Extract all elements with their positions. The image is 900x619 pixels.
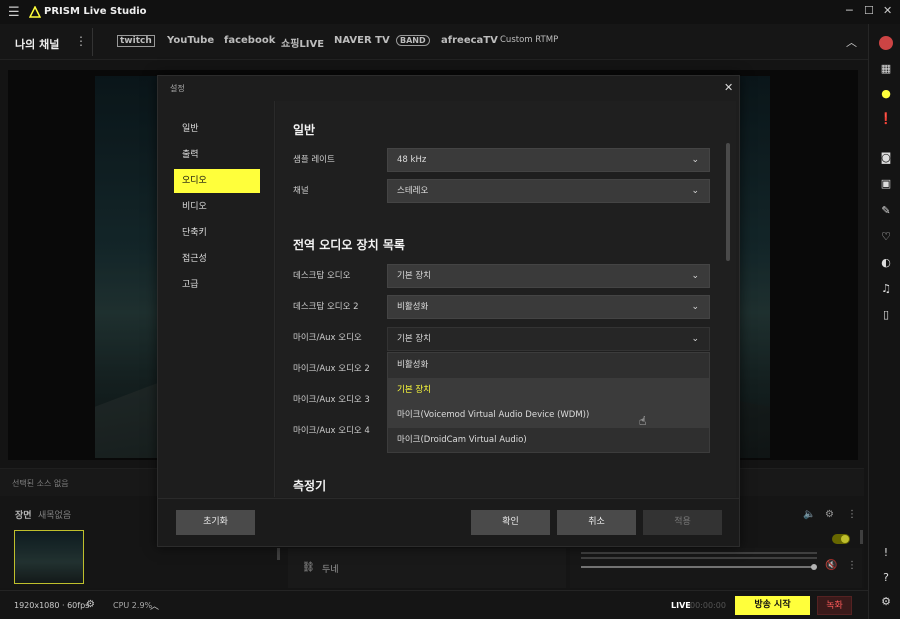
desktop-audio2-value: 비활성화 [397, 302, 429, 312]
mic-aux-dropdown-list: 비활성화 기본 장치 마이크(Voicemod Virtual Audio De… [387, 352, 710, 453]
chevron-down-icon: ⌄ [691, 271, 699, 281]
title-bar: ☰ PRISM Live Studio ─ ☐ ✕ [0, 0, 900, 24]
right-sidebar: ▦ ● ❗ ◙ ▣ ✎ ♡ ◐ ♫ ▯ ! ? ⚙ [868, 24, 900, 619]
nav-video[interactable]: 비디오 [174, 195, 260, 219]
settings-nav: 일반 출력 오디오 비디오 단축키 접근성 고급 [158, 101, 275, 497]
effect-icon[interactable]: ◐ [879, 256, 893, 270]
chevron-down-icon: ⌄ [691, 302, 699, 312]
collapse-chevron-icon[interactable]: ︿ [846, 34, 857, 50]
platform-naver-tv[interactable]: NAVER TV [334, 35, 390, 46]
platform-youtube[interactable]: YouTube [167, 35, 214, 46]
channel-value: 스테레오 [397, 186, 429, 196]
chevron-down-icon: ⌄ [691, 334, 699, 344]
platform-band[interactable]: BAND [396, 35, 430, 46]
sample-rate-label: 샘플 레이트 [293, 155, 335, 165]
record-button[interactable]: 녹화 [817, 596, 852, 615]
settings-dialog: 설정 ✕ 일반 출력 오디오 비디오 단축키 접근성 고급 일반 샘플 레이트 … [157, 75, 740, 547]
cpu-usage-text: CPU 2.9% [113, 601, 153, 610]
desktop-audio-label: 데스크탑 오디오 [293, 271, 351, 281]
mobile-icon[interactable]: ▯ [879, 308, 893, 322]
profile-avatar-icon[interactable] [879, 36, 893, 50]
apply-button[interactable]: 적용 [643, 510, 722, 535]
dialog-close-icon[interactable]: ✕ [724, 81, 733, 94]
mic-aux3-label: 마이크/Aux 오디오 3 [293, 395, 370, 405]
close-window-icon[interactable]: ✕ [883, 4, 892, 17]
prism-logo-icon [29, 6, 41, 18]
sticker-icon[interactable]: ♡ [879, 230, 893, 244]
dialog-title: 설정 [170, 84, 185, 93]
devices-section-title: 전역 오디오 장치 목록 [293, 238, 405, 252]
desktop-audio2-select[interactable]: 비활성화 ⌄ [387, 295, 710, 319]
option-disabled[interactable]: 비활성화 [388, 353, 709, 378]
sample-rate-value: 48 kHz [397, 155, 427, 165]
desktop-audio-value: 기본 장치 [397, 271, 431, 281]
cpu-expand-icon[interactable]: ︿ [150, 599, 159, 612]
capture-icon[interactable]: ▣ [879, 177, 893, 191]
platform-custom-rtmp[interactable]: Custom RTMP [500, 35, 558, 45]
nav-audio[interactable]: 오디오 [174, 169, 260, 193]
platform-shopping-live[interactable]: 쇼핑LIVE [281, 35, 324, 50]
my-channel-label[interactable]: 나의 채널 [15, 36, 59, 52]
chat-icon[interactable]: ● [879, 87, 893, 101]
nav-general[interactable]: 일반 [174, 117, 260, 141]
mic-aux2-label: 마이크/Aux 오디오 2 [293, 364, 370, 374]
chevron-down-icon: ⌄ [691, 155, 699, 165]
mouse-cursor-icon: ☝ [639, 414, 647, 428]
alert-icon[interactable]: ! [879, 546, 893, 560]
mic-aux-value: 기본 장치 [397, 334, 431, 344]
go-live-button[interactable]: 방송 시작 [735, 596, 810, 615]
desktop-audio2-label: 데스크탑 오디오 2 [293, 302, 359, 312]
live-label: LIVE [671, 601, 691, 610]
desktop-audio-select[interactable]: 기본 장치 ⌄ [387, 264, 710, 288]
option-voicemod-mic[interactable]: 마이크(Voicemod Virtual Audio Device (WDM)) [388, 403, 709, 428]
settings-content: 일반 샘플 레이트 48 kHz ⌄ 채널 스테레오 ⌄ 전역 오디오 장치 목록 … [276, 101, 736, 497]
nav-output[interactable]: 출력 [174, 143, 260, 167]
minimize-icon[interactable]: ─ [846, 4, 853, 17]
channel-select[interactable]: 스테레오 ⌄ [387, 179, 710, 203]
resolution-text: 1920x1080 · 60fps [14, 601, 90, 610]
maximize-icon[interactable]: ☐ [864, 4, 874, 17]
channel-more-icon[interactable]: ⋮ [75, 34, 87, 48]
platform-twitch[interactable]: twitch [117, 35, 155, 47]
notice-icon[interactable]: ❗ [879, 112, 893, 126]
help-icon[interactable]: ? [879, 571, 893, 585]
hamburger-menu-icon[interactable]: ☰ [8, 5, 20, 20]
sample-rate-select[interactable]: 48 kHz ⌄ [387, 148, 710, 172]
nav-advanced[interactable]: 고급 [174, 273, 260, 297]
option-default-device[interactable]: 기본 장치 [388, 378, 709, 403]
general-section-title: 일반 [293, 123, 316, 137]
mic-aux-select[interactable]: 기본 장치 ⌄ [387, 327, 710, 351]
mic-aux-label: 마이크/Aux 오디오 [293, 333, 362, 343]
camera-icon[interactable]: ◙ [879, 151, 893, 165]
nav-accessibility[interactable]: 접근성 [174, 247, 260, 271]
settings-scrollbar[interactable] [726, 143, 730, 261]
drawing-icon[interactable]: ✎ [879, 204, 893, 218]
ok-button[interactable]: 확인 [471, 510, 550, 535]
option-droidcam-mic[interactable]: 마이크(DroidCam Virtual Audio) [388, 428, 709, 453]
scene-layout-icon[interactable]: ▦ [879, 62, 893, 76]
live-timer: 00:00:00 [690, 601, 726, 610]
channel-label: 채널 [293, 186, 309, 196]
platform-facebook[interactable]: facebook [224, 35, 275, 46]
channel-bar: 나의 채널 ⋮ twitch YouTube facebook 쇼핑LIVE N… [0, 24, 868, 60]
output-settings-icon[interactable]: ⚙ [86, 599, 95, 610]
chevron-down-icon: ⌄ [691, 186, 699, 196]
meter-section-title: 측정기 [293, 479, 327, 493]
reset-button[interactable]: 초기화 [176, 510, 255, 535]
mic-aux4-label: 마이크/Aux 오디오 4 [293, 426, 370, 436]
music-icon[interactable]: ♫ [879, 282, 893, 296]
divider [92, 28, 93, 56]
app-name: PRISM Live Studio [44, 6, 147, 17]
settings-gear-icon[interactable]: ⚙ [879, 595, 893, 609]
cancel-button[interactable]: 취소 [557, 510, 636, 535]
nav-hotkeys[interactable]: 단축키 [174, 221, 260, 245]
platform-afreecatv[interactable]: afreecaTV [441, 35, 498, 46]
